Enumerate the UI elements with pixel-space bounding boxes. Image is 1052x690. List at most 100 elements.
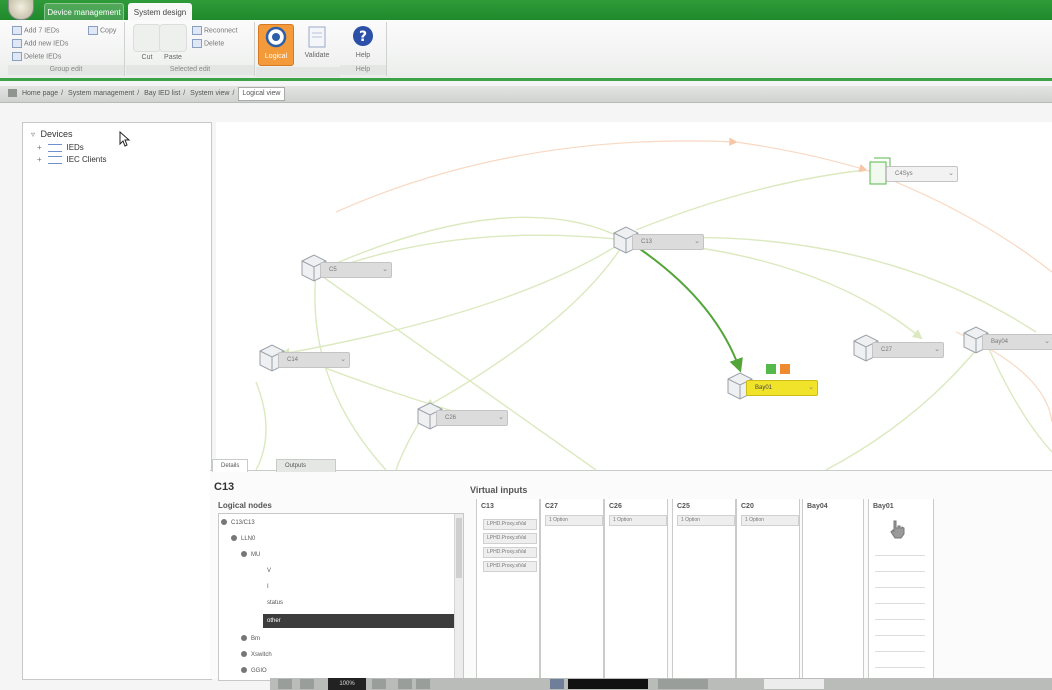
validate-button[interactable]: Validate <box>300 24 334 59</box>
virtual-input-slot[interactable] <box>875 573 925 588</box>
virtual-input-column: C13 LPHD.Proxy.stVal LPHD.Proxy.stVal LP… <box>476 499 540 679</box>
application-menu-button[interactable] <box>8 0 34 20</box>
tab-device-management[interactable]: Device management <box>44 3 124 21</box>
option-dropdown[interactable]: 1 Option <box>741 515 799 526</box>
logical-node-row-selected[interactable]: other <box>263 614 459 628</box>
node-label[interactable]: C4Sys ⌄ <box>886 166 958 182</box>
node-label[interactable]: C14 ⌄ <box>278 352 350 368</box>
tab-details[interactable]: Details <box>212 459 249 472</box>
zoom-level[interactable]: 100% <box>328 678 366 690</box>
tree-item-ieds[interactable]: + IEDs <box>37 143 84 152</box>
expand-icon[interactable]: + <box>37 143 44 152</box>
column-header: C27 <box>545 503 558 510</box>
chevron-down-icon[interactable]: ⌄ <box>808 381 814 395</box>
notification-area <box>764 679 824 689</box>
virtual-input-item[interactable]: LPHD.Proxy.stVal <box>483 547 537 558</box>
node-dot-icon <box>241 635 247 642</box>
paste-button[interactable]: Paste <box>156 24 190 61</box>
tray-button[interactable] <box>658 679 708 689</box>
breadcrumb-item[interactable]: System view <box>187 86 232 102</box>
chevron-down-icon[interactable]: ⌄ <box>498 411 504 425</box>
chevron-down-icon[interactable]: ⌄ <box>382 263 388 277</box>
vertical-scrollbar[interactable] <box>454 514 463 680</box>
ribbon-group-label: Group edit <box>8 65 124 75</box>
device-icon <box>48 143 63 152</box>
scrollbar-thumb[interactable] <box>456 518 462 578</box>
virtual-input-slot[interactable] <box>875 621 925 636</box>
virtual-input-slot[interactable] <box>875 605 925 620</box>
tree-root-devices[interactable]: ▿ Devices <box>31 129 73 139</box>
node-label[interactable]: Bay01 ⌄ <box>746 380 818 396</box>
collapse-icon[interactable]: ▿ <box>31 130 38 139</box>
logical-node-row[interactable]: MU <box>241 548 447 562</box>
logical-view-button[interactable]: Logical <box>258 24 294 66</box>
fit-view-button[interactable] <box>278 679 292 689</box>
tab-system-design[interactable]: System design <box>128 3 192 21</box>
delete-button[interactable]: Delete <box>192 39 224 49</box>
virtual-input-slot[interactable] <box>875 637 925 652</box>
copy-button[interactable]: Copy <box>88 26 116 36</box>
node-label[interactable]: C13 ⌄ <box>632 234 704 250</box>
node-dot-icon <box>231 535 237 542</box>
option-dropdown[interactable]: 1 Option <box>545 515 603 526</box>
chevron-down-icon[interactable]: ⌄ <box>948 167 954 181</box>
virtual-input-slot[interactable] <box>875 653 925 668</box>
chevron-down-icon[interactable]: ⌄ <box>1044 335 1050 349</box>
help-button[interactable]: ? Help <box>346 24 380 59</box>
column-header: C13 <box>481 503 494 510</box>
breadcrumb-item[interactable]: Bay IED list <box>141 86 183 102</box>
logical-node-row[interactable]: V <box>267 564 447 578</box>
ribbon-group-label <box>256 67 340 77</box>
expand-icon[interactable]: + <box>37 155 44 164</box>
logical-node-row[interactable]: C13/C13 <box>221 516 447 530</box>
ribbon-group-label: Selected edit <box>126 65 254 75</box>
reconnect-button[interactable]: Reconnect <box>192 26 237 36</box>
reconnect-icon <box>192 26 202 35</box>
logical-node-row[interactable]: Xswitch <box>241 648 447 662</box>
logical-node-row[interactable]: I <box>267 580 447 594</box>
logical-node-row[interactable]: LLN0 <box>231 532 447 546</box>
logical-node-row[interactable]: status <box>267 596 447 610</box>
logical-nodes-tree[interactable]: C13/C13 LLN0 MU V I status other Bm Xswi… <box>218 513 464 681</box>
chevron-down-icon[interactable]: ⌄ <box>340 353 346 367</box>
delete-ieds-button[interactable]: Delete IEDs <box>12 52 61 62</box>
breadcrumb-current: Logical view <box>238 87 285 101</box>
home-icon[interactable] <box>8 89 17 98</box>
column-header: C25 <box>677 503 690 510</box>
breadcrumb-item[interactable]: System management <box>65 86 137 102</box>
virtual-input-slot[interactable] <box>875 557 925 572</box>
virtual-input-slot[interactable] <box>875 541 925 556</box>
node-label[interactable]: C26 ⌄ <box>436 410 508 426</box>
node-label[interactable]: Bay04 ⌄ <box>982 334 1052 350</box>
node-label[interactable]: C5 ⌄ <box>320 262 392 278</box>
device-icon <box>48 155 63 164</box>
ribbon-group-selected-edit: Cut Paste Reconnect Delete Selected edit <box>126 22 255 76</box>
logical-node-row[interactable]: Bm <box>241 632 447 646</box>
zoom-out-button[interactable] <box>300 679 314 689</box>
virtual-input-slot[interactable] <box>875 589 925 604</box>
devices-tree-panel: ▿ Devices + IEDs + IEC Clients <box>22 122 212 680</box>
virtual-input-item[interactable]: LPHD.Proxy.stVal <box>483 561 537 572</box>
node-label[interactable]: C27 ⌄ <box>872 342 944 358</box>
option-dropdown[interactable]: 1 Option <box>609 515 667 526</box>
zoom-in-button[interactable] <box>372 679 386 689</box>
user-icon[interactable] <box>550 679 564 689</box>
virtual-input-item[interactable]: LPHD.Proxy.stVal <box>483 533 537 544</box>
tab-outputs[interactable]: Outputs <box>276 459 336 472</box>
svg-text:?: ? <box>359 29 367 45</box>
logical-node-row[interactable]: GGIO <box>241 664 447 678</box>
chevron-down-icon[interactable]: ⌄ <box>934 343 940 357</box>
layout-button[interactable] <box>398 679 412 689</box>
chevron-down-icon[interactable]: ⌄ <box>694 235 700 249</box>
ribbon-group-help: ? Help Help <box>340 22 387 76</box>
option-dropdown[interactable]: 1 Option <box>677 515 735 526</box>
breadcrumb-item[interactable]: Home page <box>19 86 61 102</box>
virtual-input-item[interactable]: LPHD.Proxy.stVal <box>483 519 537 530</box>
add-new-ieds-button[interactable]: Add new IEDs <box>12 39 68 49</box>
logical-diagram-canvas[interactable]: C13 ⌄ C5 ⌄ Bay01 ⌄ C14 ⌄ C26 ⌄ C27 ⌄ Bay… <box>216 122 1052 470</box>
status-badge-orange <box>780 364 790 374</box>
grid-button[interactable] <box>416 679 430 689</box>
bottom-toolbar: 100% <box>270 678 1052 690</box>
tree-item-iec-clients[interactable]: + IEC Clients <box>37 155 106 164</box>
add-7-ieds-button[interactable]: Add 7 IEDs <box>12 26 59 36</box>
